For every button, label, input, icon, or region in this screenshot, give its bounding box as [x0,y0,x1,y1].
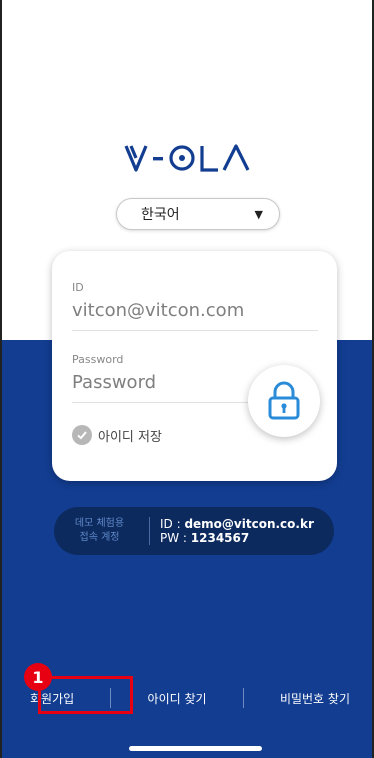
demo-pw-line: PW : 1234567 [160,531,250,545]
check-circle-icon[interactable] [72,425,92,445]
language-selected: 한국어 [141,207,180,223]
find-id-link[interactable]: 아이디 찾기 [148,690,207,707]
demo-id-line: ID : demo@vitcon.co.kr [160,517,314,531]
language-select[interactable]: 한국어 ▼ [116,198,280,230]
home-indicator[interactable] [129,746,262,751]
app-screen: 한국어 ▼ ID vitcon@vitcon.com Password Pass… [0,0,374,758]
demo-title: 데모 체험용 접속 계정 [54,517,150,545]
app-logo [2,140,372,176]
remember-id-toggle[interactable]: 아이디 저장 [72,425,162,445]
find-password-link[interactable]: 비밀번호 찾기 [280,690,350,707]
login-card: ID vitcon@vitcon.com Password Password 아… [52,251,337,481]
id-field[interactable]: ID vitcon@vitcon.com [72,281,318,331]
password-label: Password [72,353,124,366]
demo-credentials: ID : demo@vitcon.co.kr PW : 1234567 [150,517,314,545]
step-badge: 1 [24,663,52,691]
v-ola-logo-icon [124,144,250,172]
demo-account-info: 데모 체험용 접속 계정 ID : demo@vitcon.co.kr PW :… [54,507,334,555]
login-button[interactable] [248,365,320,437]
signup-highlight-box [38,676,133,714]
divider [242,688,244,708]
password-input[interactable]: Password [72,370,262,396]
caret-down-icon: ▼ [254,207,263,221]
id-input[interactable]: vitcon@vitcon.com [72,298,318,324]
password-field[interactable]: Password Password [72,353,262,403]
lock-icon [268,381,300,420]
id-label: ID [72,281,84,294]
remember-id-label: 아이디 저장 [98,429,162,445]
